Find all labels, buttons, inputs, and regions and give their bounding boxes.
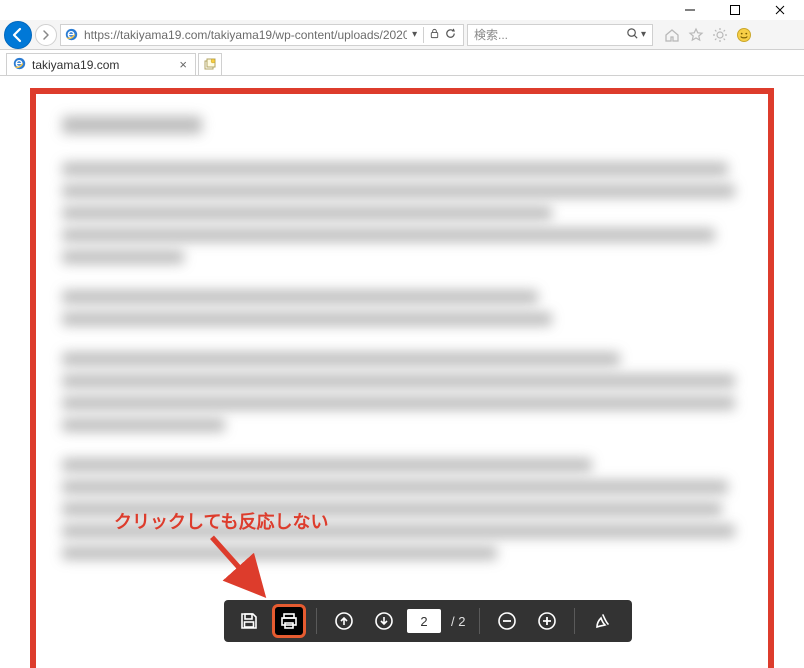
address-bar[interactable]: ▾ xyxy=(60,24,464,46)
tools-icon[interactable] xyxy=(710,25,730,45)
ie-icon xyxy=(13,57,26,73)
tab-strip: takiyama19.com × xyxy=(0,50,804,76)
search-bar[interactable]: ▾ xyxy=(467,24,653,46)
page-down-button[interactable] xyxy=(367,604,401,638)
back-button[interactable] xyxy=(4,21,32,49)
page-up-button[interactable] xyxy=(327,604,361,638)
new-tab-button[interactable] xyxy=(198,53,222,75)
lock-icon[interactable] xyxy=(427,28,442,42)
annotation-callout-text: クリックしても反応しない xyxy=(114,508,329,534)
window-close-button[interactable] xyxy=(757,0,802,20)
favorites-icon[interactable] xyxy=(686,25,706,45)
adobe-icon[interactable] xyxy=(585,604,619,638)
tab-active[interactable]: takiyama19.com × xyxy=(6,53,196,75)
smiley-icon[interactable] xyxy=(734,25,754,45)
tab-title: takiyama19.com xyxy=(32,58,119,72)
url-input[interactable] xyxy=(82,27,409,43)
addr-dropdown-icon[interactable]: ▾ xyxy=(409,29,420,40)
home-icon[interactable] xyxy=(662,25,682,45)
zoom-in-button[interactable] xyxy=(530,604,564,638)
page-number-input[interactable] xyxy=(407,609,441,633)
page-total-label: / 2 xyxy=(451,614,465,629)
search-dropdown-icon[interactable]: ▾ xyxy=(639,29,648,40)
content-area: クリックしても反応しない y. / 2 xyxy=(0,76,804,668)
zoom-out-button[interactable] xyxy=(490,604,524,638)
ie-icon xyxy=(65,28,78,42)
save-button[interactable] xyxy=(232,604,266,638)
window-minimize-button[interactable] xyxy=(667,0,712,20)
pdf-page xyxy=(30,88,774,668)
pdf-toolbar: / 2 xyxy=(224,600,632,642)
browser-navbar: ▾ ▾ xyxy=(0,20,804,50)
window-maximize-button[interactable] xyxy=(712,0,757,20)
print-button[interactable] xyxy=(272,604,306,638)
search-icon[interactable] xyxy=(623,27,639,43)
search-input[interactable] xyxy=(472,27,623,43)
tab-close-icon[interactable]: × xyxy=(177,57,189,72)
forward-button[interactable] xyxy=(35,24,57,46)
reload-icon[interactable] xyxy=(442,27,459,43)
